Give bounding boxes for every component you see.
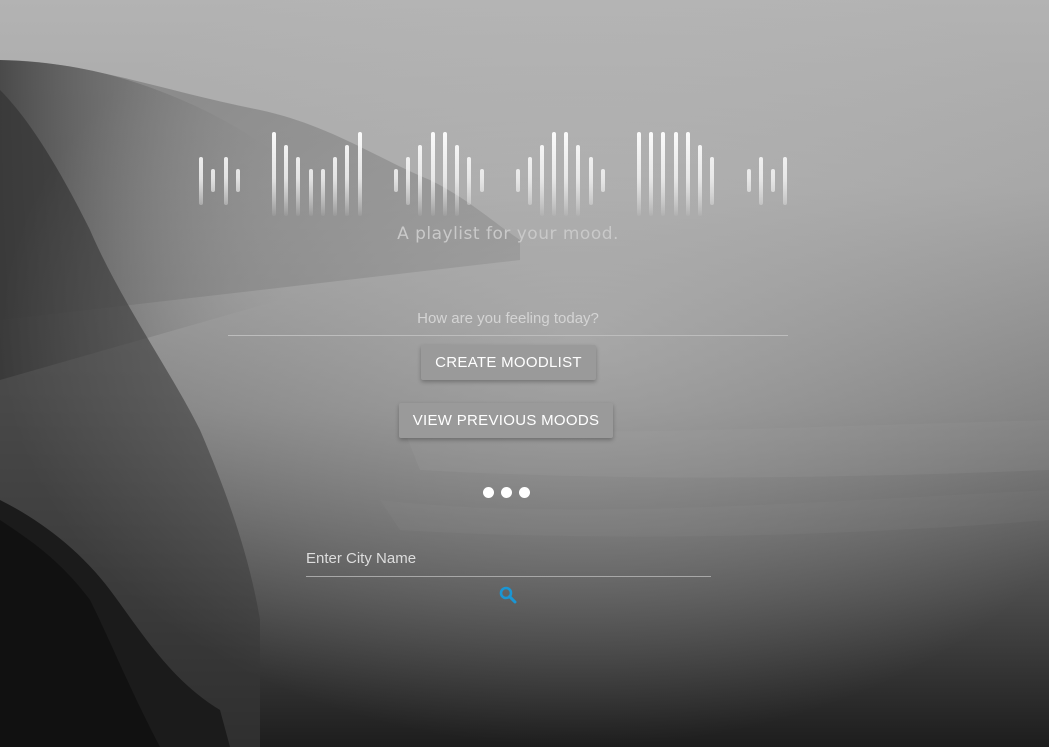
create-moodlist-button[interactable]: CREATE MOODLIST bbox=[421, 345, 596, 380]
dot-icon bbox=[483, 487, 494, 498]
dot-icon bbox=[501, 487, 512, 498]
tagline: A playlist for your mood. bbox=[397, 224, 619, 244]
city-input[interactable] bbox=[306, 540, 711, 577]
carousel-dots bbox=[483, 487, 530, 498]
search-icon bbox=[499, 586, 517, 604]
search-button[interactable] bbox=[498, 585, 518, 605]
dot-icon bbox=[519, 487, 530, 498]
main-content: A playlist for your mood. CREATE MOODLIS… bbox=[0, 0, 1049, 747]
view-previous-moods-button[interactable]: VIEW PREVIOUS MOODS bbox=[399, 403, 613, 438]
mood-input[interactable] bbox=[228, 302, 788, 336]
